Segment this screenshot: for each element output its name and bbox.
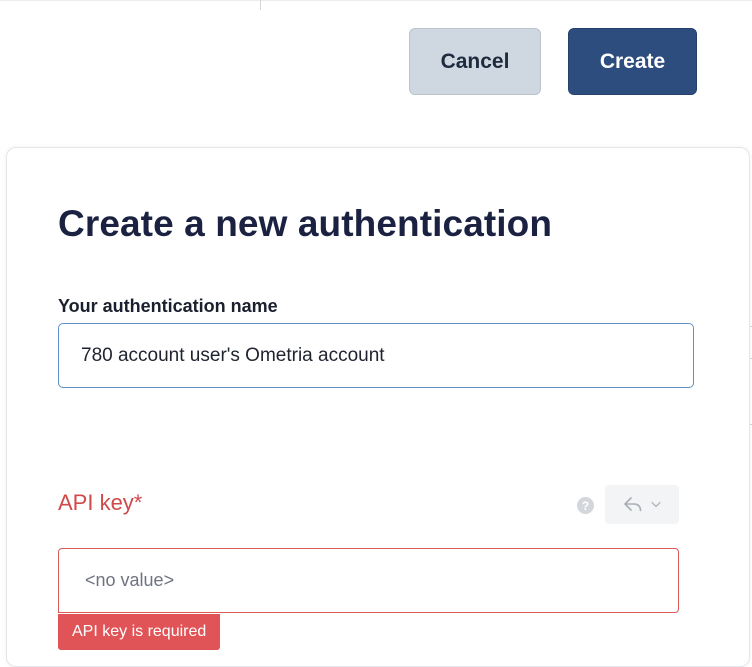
help-icon[interactable]: ? bbox=[577, 497, 594, 514]
reset-value-dropdown[interactable] bbox=[605, 485, 679, 524]
api-key-input[interactable] bbox=[58, 548, 679, 613]
cancel-button[interactable]: Cancel bbox=[409, 28, 541, 95]
api-key-error-message: API key is required bbox=[58, 614, 221, 650]
page-title: Create a new authentication bbox=[58, 203, 553, 244]
undo-icon bbox=[623, 496, 643, 514]
chevron-down-icon bbox=[651, 501, 661, 508]
authentication-name-input[interactable] bbox=[58, 323, 694, 388]
create-button[interactable]: Create bbox=[568, 28, 697, 95]
background-divider bbox=[260, 0, 261, 10]
authentication-name-label: Your authentication name bbox=[58, 296, 278, 316]
top-divider bbox=[0, 0, 752, 1]
api-key-label: API key* bbox=[58, 490, 143, 515]
